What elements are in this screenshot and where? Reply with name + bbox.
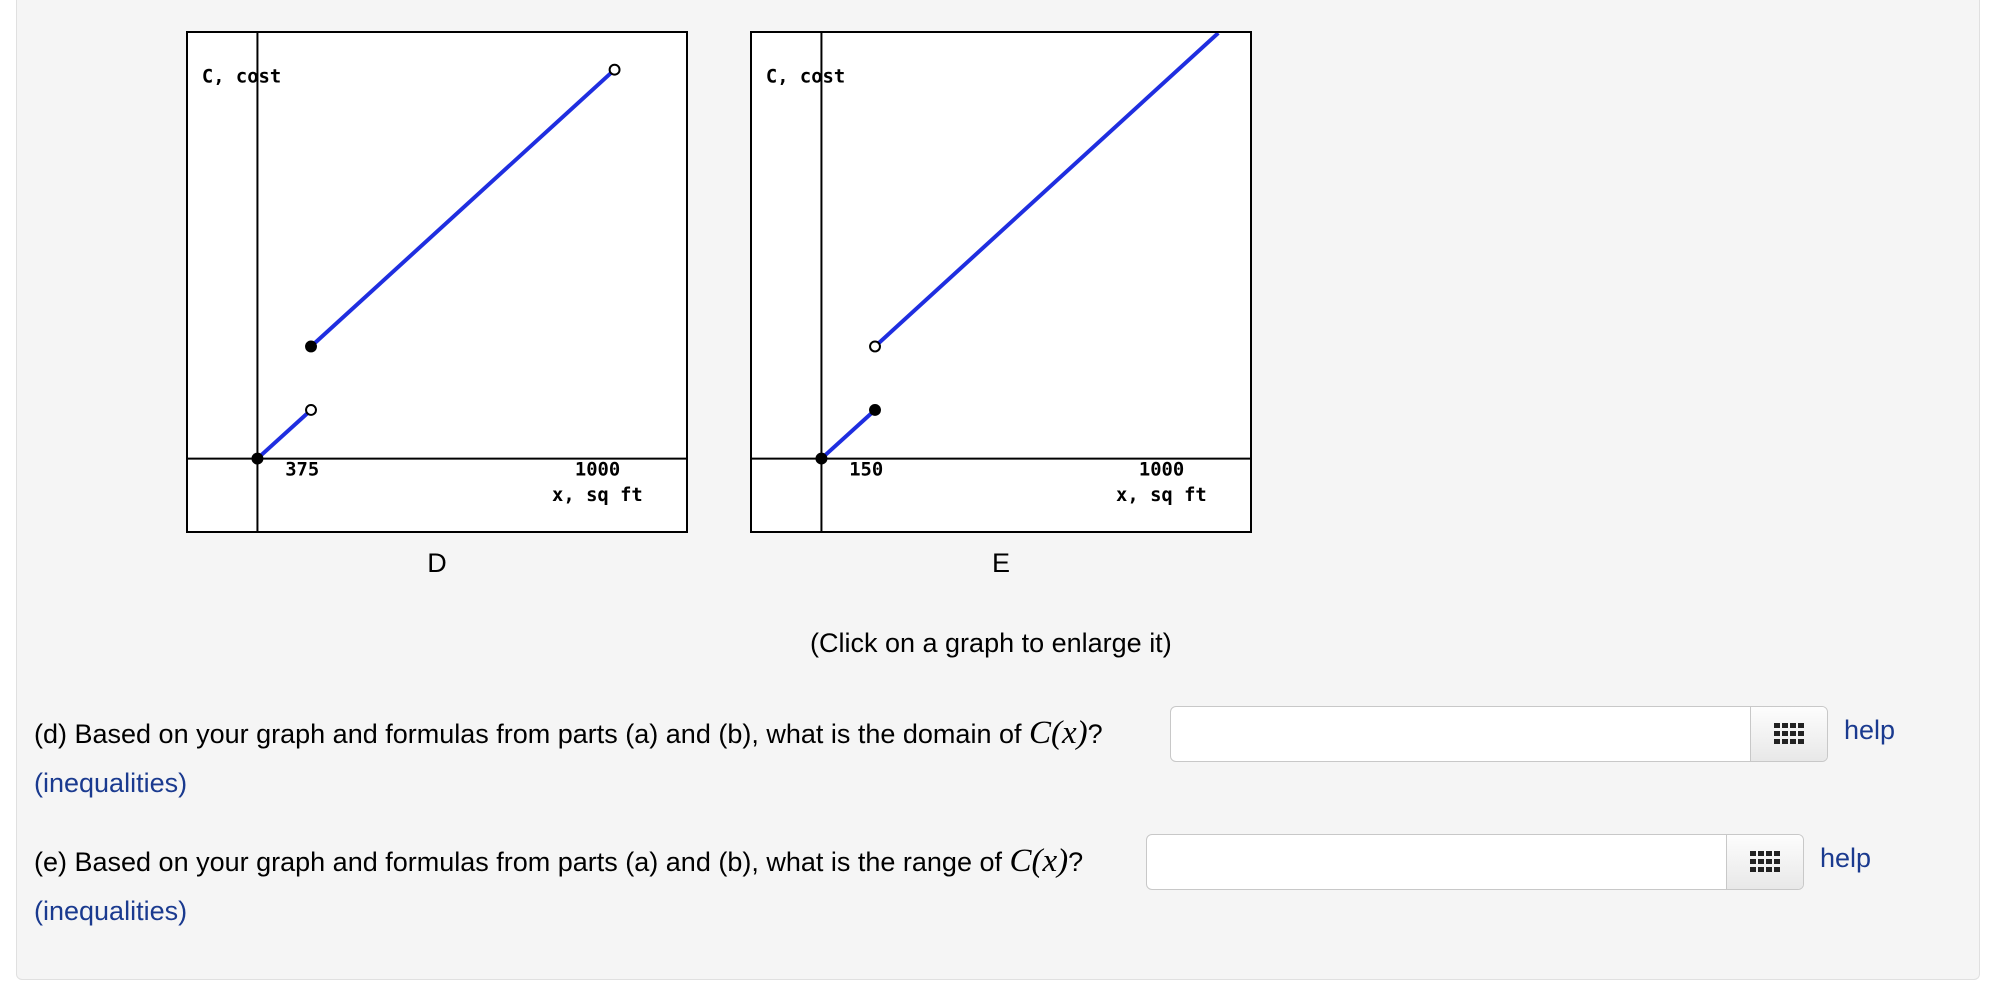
- enlarge-hint: (Click on a graph to enlarge it): [810, 628, 1172, 658]
- open-point: [869, 340, 881, 353]
- segment-2: [873, 33, 1220, 348]
- help-inequalities-link-d[interactable]: (inequalities): [34, 768, 187, 799]
- answer-e-input[interactable]: [1147, 835, 1726, 889]
- help-inequalities-link-e[interactable]: (inequalities): [34, 896, 187, 927]
- question-e-prefix: (e) Based on your graph and formulas fro…: [34, 847, 1010, 877]
- answer-e-keyboard-button[interactable]: [1726, 835, 1803, 889]
- closed-point: [305, 340, 317, 353]
- question-d-math: C(x): [1028, 715, 1088, 751]
- help-link-e[interactable]: help: [1820, 843, 1871, 874]
- segment-1: [256, 408, 313, 461]
- closed-point: [251, 452, 264, 465]
- keyboard-grid-icon: [1774, 723, 1804, 744]
- x-axis-label: x, sq ft: [552, 485, 643, 506]
- x-tick-label-right: 1000: [575, 459, 620, 480]
- graph-e[interactable]: C, cost 150 1000 x, sq ft: [750, 31, 1252, 533]
- x-axis-label: x, sq ft: [1116, 485, 1207, 506]
- answer-e-box: [1146, 834, 1804, 890]
- question-e-math: C(x): [1009, 843, 1069, 879]
- closed-point: [869, 404, 881, 416]
- x-tick-label-right: 1000: [1139, 459, 1184, 480]
- graph-d[interactable]: C, cost 375 1000 x, sq ft: [186, 31, 688, 533]
- open-point: [608, 63, 621, 76]
- question-d-prefix: (d) Based on your graph and formulas fro…: [34, 719, 1029, 749]
- graph-e-plot: C, cost 150 1000 x, sq ft: [752, 33, 1250, 531]
- keyboard-grid-icon: [1750, 851, 1780, 872]
- x-tick-label-mid: 375: [285, 459, 319, 480]
- question-e-suffix: ?: [1068, 847, 1084, 877]
- x-tick-label-mid: 150: [849, 459, 883, 480]
- answer-d-box: [1170, 706, 1828, 762]
- graph-d-letter: D: [427, 548, 447, 578]
- graph-e-letter: E: [991, 548, 1010, 578]
- help-link-d[interactable]: help: [1844, 715, 1895, 746]
- y-axis-label: C, cost: [202, 67, 281, 88]
- question-d-suffix: ?: [1087, 719, 1103, 749]
- open-point: [305, 404, 317, 416]
- question-d-text: (d) Based on your graph and formulas fro…: [34, 715, 1103, 752]
- answer-d-input[interactable]: [1171, 707, 1750, 761]
- answer-d-keyboard-button[interactable]: [1750, 707, 1827, 761]
- closed-point: [815, 452, 828, 465]
- graph-d-plot: C, cost 375 1000 x, sq ft: [188, 33, 686, 531]
- question-e-text: (e) Based on your graph and formulas fro…: [34, 843, 1083, 880]
- y-axis-label: C, cost: [766, 67, 845, 88]
- segment-1: [820, 408, 877, 461]
- segment-2: [309, 68, 616, 348]
